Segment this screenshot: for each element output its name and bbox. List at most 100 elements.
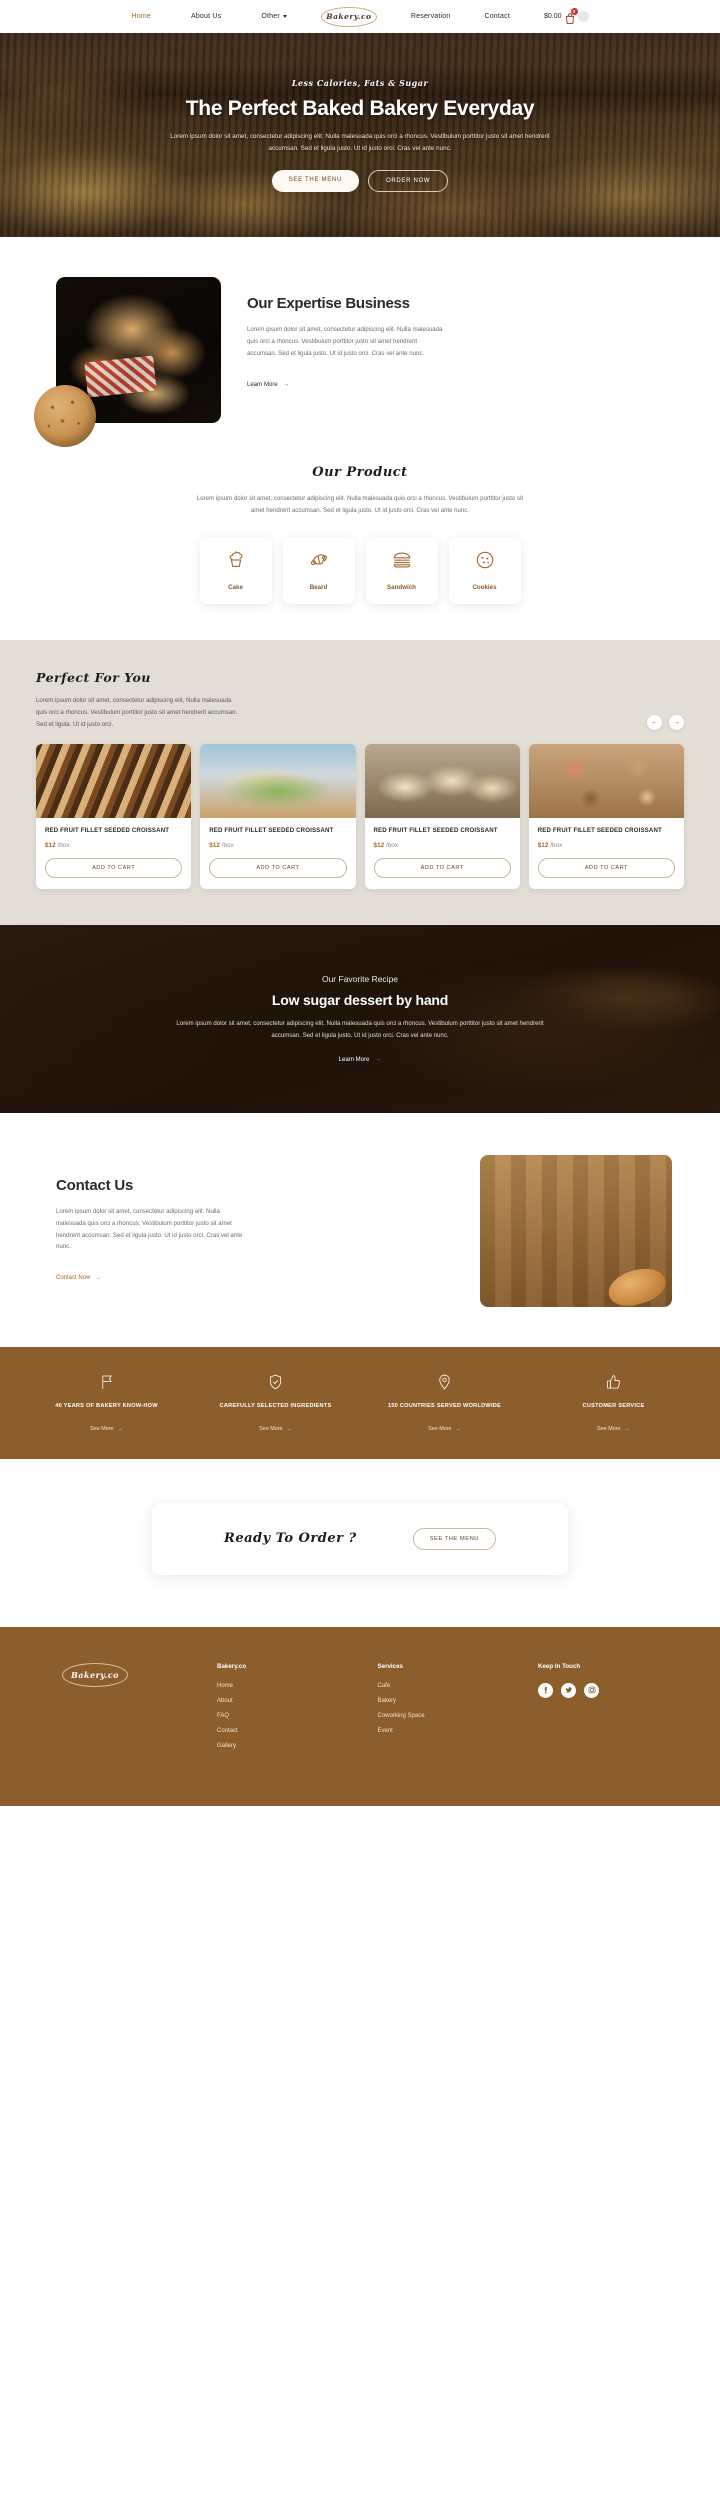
- feature-see-more-link[interactable]: See More →: [90, 1426, 123, 1432]
- expertise-body: Our Expertise Business Lorem ipsum dolor…: [247, 277, 664, 391]
- contact-title: Contact Us: [56, 1176, 134, 1194]
- expertise-section: Our Expertise Business Lorem ipsum dolor…: [0, 237, 720, 453]
- carousel-next-button[interactable]: →: [669, 715, 684, 731]
- cart-widget[interactable]: $0.00 0: [544, 8, 589, 24]
- feature-title: CAREFULLY SELECTED INGREDIENTS: [219, 1402, 332, 1409]
- arrow-right-icon: →: [117, 1425, 123, 1432]
- croissant-icon: [308, 549, 330, 576]
- arrow-right-icon: →: [286, 1425, 292, 1432]
- contact-body: Contact Us Lorem ipsum dolor sit amet, c…: [48, 1177, 450, 1285]
- feature-see-more-label: See More: [90, 1425, 114, 1432]
- arrow-right-icon: →: [95, 1275, 102, 1282]
- category-card-sandwich[interactable]: Sandwich: [365, 536, 438, 604]
- category-label-sandwich: Sandwich: [387, 584, 416, 592]
- expertise-description: Lorem ipsum dolor sit amet, consectetur …: [247, 326, 443, 358]
- user-avatar-icon[interactable]: [577, 11, 589, 22]
- nav-item-contact[interactable]: Contact: [484, 13, 510, 20]
- product-card-list: RED FRUIT FILLET SEEDED CROISSANT $12 /b…: [36, 744, 684, 889]
- footer-link-bakery[interactable]: Bakery: [378, 1698, 539, 1704]
- see-the-menu-button[interactable]: SEE THE MENU: [271, 169, 359, 192]
- nav-item-home[interactable]: Home: [131, 13, 150, 20]
- cta-see-the-menu-button[interactable]: SEE THE MENU: [412, 1527, 496, 1550]
- footer-link-gallery[interactable]: Gallery: [217, 1743, 378, 1749]
- product-name: RED FRUIT FILLET SEEDED CROISSANT: [45, 827, 170, 835]
- recipe-title: Low sugar dessert by hand: [271, 991, 449, 1008]
- our-product-description: Lorem ipsum dolor sit amet, consectetur …: [196, 495, 524, 514]
- product-card[interactable]: RED FRUIT FILLET SEEDED CROISSANT $12 /b…: [200, 744, 356, 889]
- footer-link-event[interactable]: Event: [378, 1728, 539, 1734]
- category-label-beard: Beard: [309, 584, 328, 592]
- nav-item-reservation[interactable]: Reservation: [411, 13, 451, 20]
- feature-see-more-label: See More: [597, 1425, 621, 1432]
- product-price: $12 /box: [209, 842, 346, 849]
- instagram-icon[interactable]: [584, 1682, 599, 1698]
- order-now-button[interactable]: ORDER NOW: [368, 169, 449, 192]
- footer-link-about[interactable]: About: [217, 1698, 378, 1704]
- add-to-cart-button[interactable]: ADD TO CART: [45, 857, 183, 878]
- brand-logo[interactable]: Bakery.co: [320, 6, 377, 27]
- nav-item-other[interactable]: Other: [261, 13, 287, 20]
- top-navbar: Home About Us Other Bakery.co Reservatio…: [0, 0, 720, 33]
- expertise-learn-more-link[interactable]: Learn More →: [247, 381, 290, 388]
- feature-see-more-label: See More: [259, 1425, 283, 1432]
- footer-column-heading: Services: [377, 1662, 403, 1670]
- product-card[interactable]: RED FRUIT FILLET SEEDED CROISSANT $12 /b…: [364, 744, 520, 889]
- features-bar: 40 YEARS OF BAKERY KNOW-HOW See More → C…: [0, 1346, 720, 1459]
- feature-see-more-label: See More: [428, 1425, 452, 1432]
- product-card-body: RED FRUIT FILLET SEEDED CROISSANT $12 /b…: [200, 818, 355, 888]
- hero-buttons: SEE THE MENU ORDER NOW: [271, 169, 449, 192]
- thumbs-up-icon: [529, 1373, 698, 1391]
- facebook-icon[interactable]: [538, 1682, 553, 1698]
- footer-column-services: Services Cafe Bakery Coworking Space Eve…: [378, 1663, 539, 1758]
- twitter-icon[interactable]: [561, 1682, 576, 1698]
- feature-title: 40 YEARS OF BAKERY KNOW-HOW: [55, 1402, 158, 1409]
- product-price-value: $12: [537, 841, 549, 849]
- product-price-unit: /box: [221, 841, 234, 849]
- shopping-bag-icon[interactable]: 0: [565, 8, 578, 24]
- contact-section: Contact Us Lorem ipsum dolor sit amet, c…: [0, 1113, 720, 1347]
- footer-brand-logo[interactable]: Bakery.co: [62, 1662, 128, 1687]
- product-price: $12 /box: [45, 842, 182, 849]
- footer-link-cafe[interactable]: Cafe: [378, 1683, 539, 1689]
- shield-check-icon: [191, 1373, 360, 1391]
- product-price-unit: /box: [385, 841, 399, 849]
- nav-item-about-us[interactable]: About Us: [191, 13, 221, 20]
- feature-see-more-link[interactable]: See More →: [259, 1426, 292, 1432]
- perfect-title: Perfect For You: [36, 669, 151, 685]
- perfect-description: Lorem ipsum dolor sit amet, consectetur …: [36, 696, 238, 728]
- category-card-cookies[interactable]: Cookies: [448, 536, 521, 604]
- feature-see-more-link[interactable]: See More →: [597, 1426, 630, 1432]
- product-card[interactable]: RED FRUIT FILLET SEEDED CROISSANT $12 /b…: [36, 744, 192, 889]
- category-card-beard[interactable]: Beard: [282, 536, 355, 604]
- footer-link-contact[interactable]: Contact: [217, 1728, 378, 1734]
- cta-section: Ready To Order ? SEE THE MENU: [0, 1459, 720, 1627]
- product-price-value: $12: [373, 841, 385, 849]
- product-price-unit: /box: [550, 841, 563, 849]
- add-to-cart-button[interactable]: ADD TO CART: [537, 857, 675, 878]
- favorite-recipe-section: Our Favorite Recipe Low sugar dessert by…: [0, 924, 720, 1113]
- chevron-down-icon: [282, 14, 287, 18]
- category-label-cookies: Cookies: [472, 584, 497, 592]
- hero-section: Less Calories, Fats & Sugar The Perfect …: [0, 33, 720, 237]
- perfect-for-you-section: Perfect For You Lorem ipsum dolor sit am…: [0, 639, 720, 925]
- footer-link-home[interactable]: Home: [217, 1683, 378, 1689]
- product-card-body: RED FRUIT FILLET SEEDED CROISSANT $12 /b…: [529, 818, 684, 888]
- recipe-learn-more-link[interactable]: Learn More →: [339, 1056, 382, 1063]
- product-name: RED FRUIT FILLET SEEDED CROISSANT: [209, 827, 334, 835]
- our-product-section: Our Product Lorem ipsum dolor sit amet, …: [0, 453, 720, 640]
- footer-link-coworking-space[interactable]: Coworking Space: [378, 1713, 539, 1719]
- product-card[interactable]: RED FRUIT FILLET SEEDED CROISSANT $12 /b…: [528, 744, 684, 889]
- hero-description: Lorem ipsum dolor sit amet, consectetur …: [170, 133, 550, 152]
- category-card-cake[interactable]: Cake: [199, 536, 272, 604]
- feature-see-more-link[interactable]: See More →: [428, 1426, 461, 1432]
- add-to-cart-button[interactable]: ADD TO CART: [209, 857, 347, 878]
- cookie-decoration-image: [34, 385, 96, 447]
- contact-now-link[interactable]: Contact Now →: [56, 1275, 101, 1281]
- carousel-prev-button[interactable]: ←: [647, 715, 662, 731]
- arrow-right-icon: →: [374, 1056, 382, 1064]
- category-label-cake: Cake: [228, 584, 243, 592]
- hero-title: The Perfect Baked Bakery Everyday: [185, 97, 535, 121]
- nav-links-right: Reservation Contact $0.00 0: [411, 8, 589, 24]
- add-to-cart-button[interactable]: ADD TO CART: [373, 857, 511, 878]
- footer-link-faq[interactable]: FAQ: [217, 1713, 378, 1719]
